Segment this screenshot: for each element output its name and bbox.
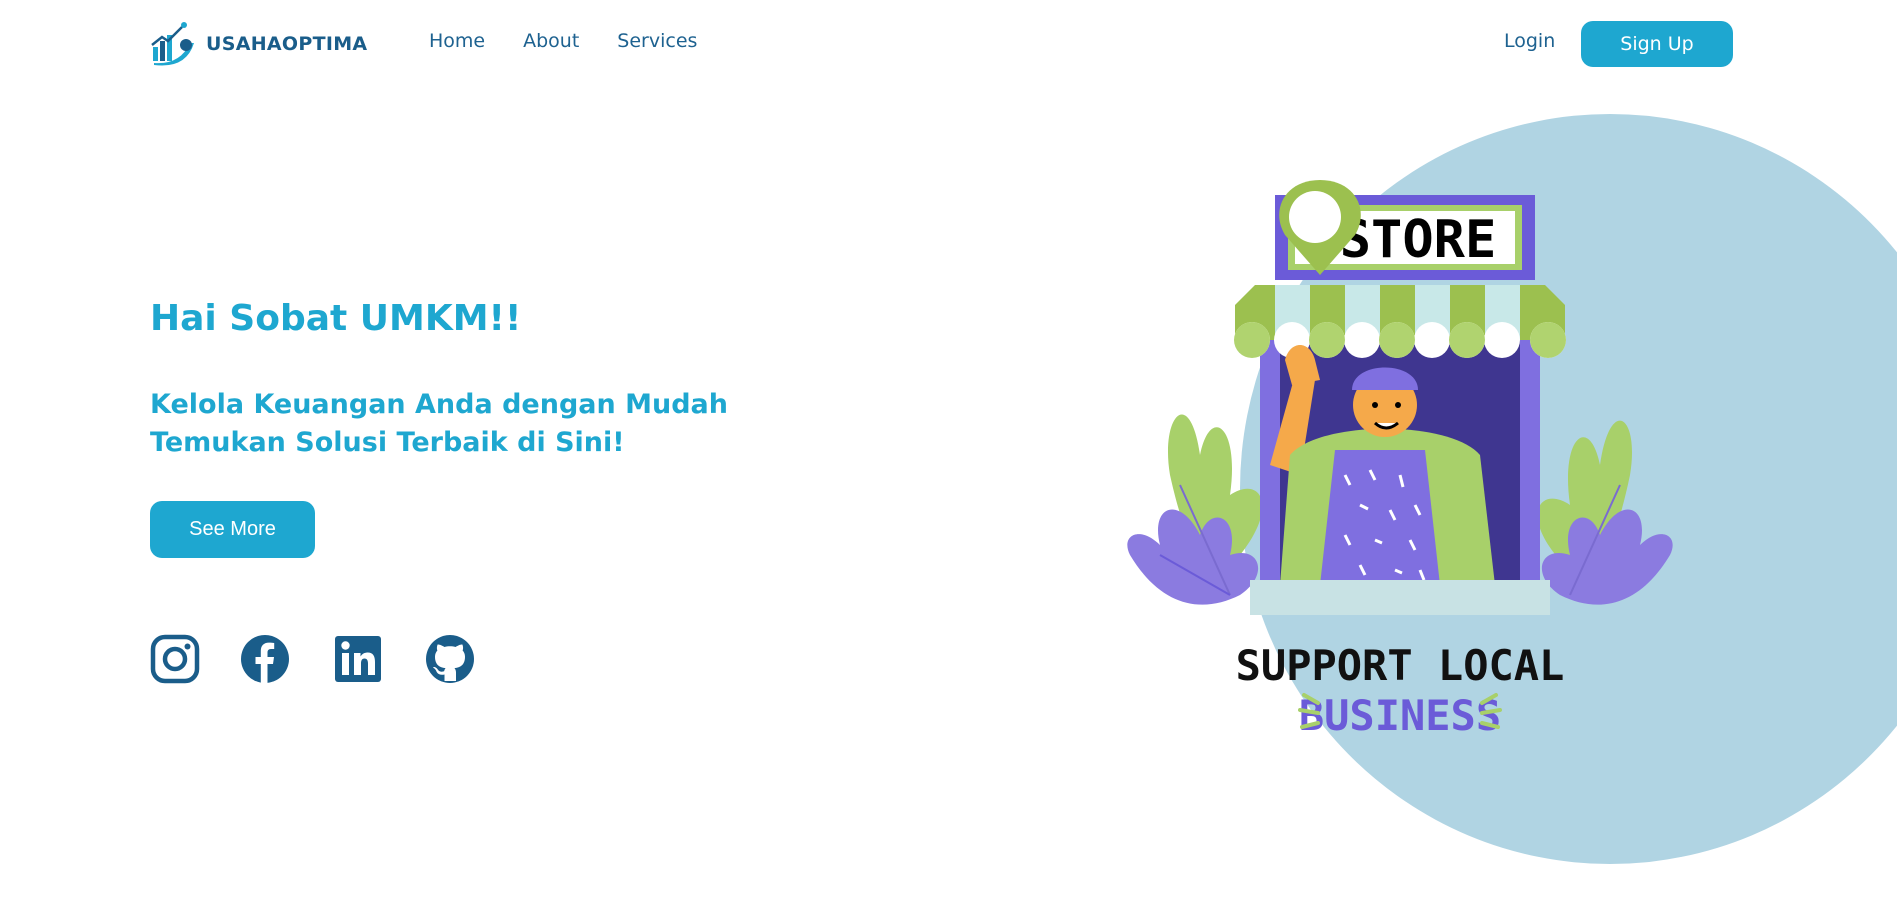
store-illustration: STORE SUPPORT LOCAL BUSINESS (1127, 180, 1673, 740)
nav-links: Home About Services (429, 30, 697, 52)
facebook-icon[interactable] (240, 634, 290, 684)
signup-button[interactable]: Sign Up (1581, 21, 1733, 67)
leaves-left-icon (1127, 414, 1263, 605)
chart-growth-logo-icon (151, 22, 194, 66)
caption-line2: BUSINESS (1299, 691, 1501, 740)
instagram-icon[interactable] (150, 634, 200, 684)
brand-link[interactable]: USAHAOPTIMA (150, 14, 367, 74)
hero-title: Hai Sobat UMKM!! (150, 298, 522, 339)
nav-link-home[interactable]: Home (429, 30, 485, 52)
hero-subtitle-line1: Kelola Keuangan Anda dengan Mudah (150, 389, 728, 420)
caption-line1: SUPPORT LOCAL (1236, 641, 1565, 690)
brand-name: USAHAOPTIMA (206, 33, 368, 55)
see-more-button[interactable]: See More (150, 501, 315, 558)
leaves-right-icon (1537, 420, 1673, 605)
navbar: USAHAOPTIMA Home About Services Login Si… (0, 0, 1897, 88)
hero-subtitle: Kelola Keuangan Anda dengan Mudah Temuka… (150, 386, 728, 462)
hero-subtitle-line2: Temukan Solusi Terbaik di Sini! (150, 427, 625, 458)
login-link[interactable]: Login (1504, 30, 1555, 52)
store-counter (1250, 580, 1550, 615)
linkedin-icon[interactable] (333, 634, 383, 684)
store-sign-text: STORE (1340, 210, 1497, 270)
nav-link-services[interactable]: Services (617, 30, 697, 52)
github-icon[interactable] (425, 634, 475, 684)
nav-link-about[interactable]: About (523, 30, 579, 52)
